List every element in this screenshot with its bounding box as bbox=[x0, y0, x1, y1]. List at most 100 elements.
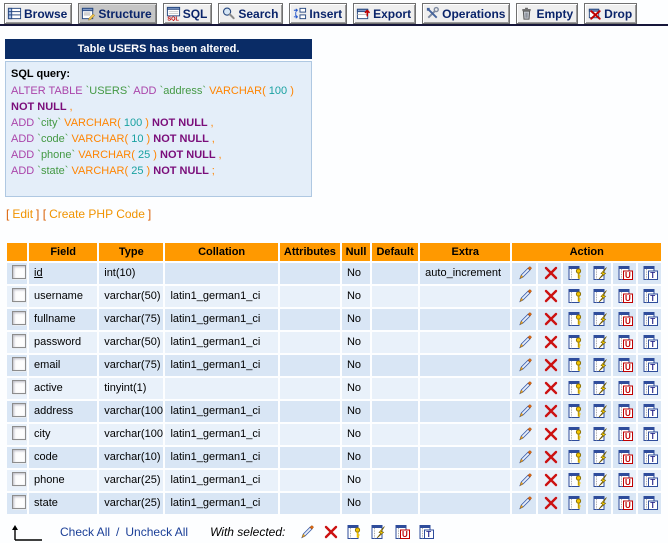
index-icon[interactable] bbox=[593, 357, 609, 373]
index-icon[interactable] bbox=[593, 426, 609, 442]
drop-x-icon[interactable] bbox=[543, 357, 559, 373]
primary-key-icon[interactable] bbox=[568, 265, 584, 281]
primary-key-icon[interactable] bbox=[568, 380, 584, 396]
index-icon[interactable] bbox=[593, 495, 609, 511]
fulltext-icon[interactable]: T bbox=[643, 288, 659, 304]
drop-x-icon[interactable] bbox=[543, 334, 559, 350]
primary-key-icon[interactable] bbox=[568, 495, 584, 511]
drop-x-icon[interactable] bbox=[543, 311, 559, 327]
row-checkbox[interactable] bbox=[12, 495, 26, 509]
drop-x-icon[interactable] bbox=[543, 380, 559, 396]
primary-key-icon[interactable] bbox=[568, 472, 584, 488]
drop-x-icon[interactable] bbox=[543, 265, 559, 281]
change-pencil-icon[interactable] bbox=[517, 265, 533, 281]
row-checkbox[interactable] bbox=[12, 449, 26, 463]
tab-insert[interactable]: Insert bbox=[289, 3, 347, 24]
index-icon[interactable] bbox=[593, 288, 609, 304]
unique-icon[interactable]: U bbox=[618, 449, 634, 465]
row-checkbox[interactable] bbox=[12, 426, 26, 440]
unique-icon[interactable]: U bbox=[618, 288, 634, 304]
fulltext-icon[interactable]: T bbox=[643, 334, 659, 350]
primary-key-icon[interactable] bbox=[568, 426, 584, 442]
primary-key-icon[interactable] bbox=[568, 311, 584, 327]
fulltext-icon[interactable]: T bbox=[419, 524, 435, 540]
drop-x-icon[interactable] bbox=[543, 403, 559, 419]
unique-icon[interactable]: U bbox=[618, 495, 634, 511]
tab-browse[interactable]: Browse bbox=[4, 3, 72, 24]
tab-sql[interactable]: SQL SQL bbox=[163, 3, 213, 24]
unique-icon[interactable]: U bbox=[618, 403, 634, 419]
change-pencil-icon[interactable] bbox=[517, 449, 533, 465]
change-pencil-icon[interactable] bbox=[299, 524, 315, 540]
index-icon[interactable] bbox=[593, 311, 609, 327]
index-icon[interactable] bbox=[593, 449, 609, 465]
fulltext-icon[interactable]: T bbox=[643, 426, 659, 442]
change-pencil-icon[interactable] bbox=[517, 380, 533, 396]
fulltext-icon[interactable]: T bbox=[643, 357, 659, 373]
row-checkbox[interactable] bbox=[12, 311, 26, 325]
tab-export[interactable]: Export bbox=[353, 3, 416, 24]
fulltext-icon[interactable]: T bbox=[643, 311, 659, 327]
primary-key-icon[interactable] bbox=[347, 524, 363, 540]
tab-drop[interactable]: Drop bbox=[584, 3, 637, 24]
fulltext-icon[interactable]: T bbox=[643, 495, 659, 511]
fulltext-icon[interactable]: T bbox=[643, 265, 659, 281]
primary-key-icon[interactable] bbox=[568, 357, 584, 373]
row-checkbox[interactable] bbox=[12, 380, 26, 394]
export-icon bbox=[356, 6, 371, 21]
unique-icon[interactable]: U bbox=[618, 311, 634, 327]
tab-label: Search bbox=[238, 7, 278, 21]
change-pencil-icon[interactable] bbox=[517, 426, 533, 442]
unique-icon[interactable]: U bbox=[618, 265, 634, 281]
row-checkbox[interactable] bbox=[12, 472, 26, 486]
unique-icon[interactable]: U bbox=[618, 357, 634, 373]
index-icon[interactable] bbox=[593, 265, 609, 281]
row-checkbox[interactable] bbox=[12, 334, 26, 348]
primary-key-icon[interactable] bbox=[568, 449, 584, 465]
primary-key-icon[interactable] bbox=[568, 334, 584, 350]
change-pencil-icon[interactable] bbox=[517, 311, 533, 327]
row-checkbox[interactable] bbox=[12, 288, 26, 302]
edit-query-link[interactable]: Edit bbox=[12, 207, 33, 221]
change-pencil-icon[interactable] bbox=[517, 357, 533, 373]
unique-icon[interactable]: U bbox=[618, 426, 634, 442]
tab-operations[interactable]: Operations bbox=[422, 3, 510, 24]
change-pencil-icon[interactable] bbox=[517, 334, 533, 350]
tab-structure[interactable]: Structure bbox=[78, 3, 156, 24]
index-icon[interactable] bbox=[593, 403, 609, 419]
field-name: password bbox=[29, 332, 97, 353]
fulltext-icon[interactable]: T bbox=[643, 380, 659, 396]
fulltext-icon[interactable]: T bbox=[643, 403, 659, 419]
uncheck-all-link[interactable]: Uncheck All bbox=[125, 525, 188, 539]
row-checkbox[interactable] bbox=[12, 265, 26, 279]
drop-x-icon[interactable] bbox=[543, 495, 559, 511]
unique-icon[interactable]: U bbox=[618, 334, 634, 350]
primary-key-icon[interactable] bbox=[568, 288, 584, 304]
check-all-link[interactable]: Check All bbox=[60, 525, 110, 539]
change-pencil-icon[interactable] bbox=[517, 403, 533, 419]
primary-key-icon[interactable] bbox=[568, 403, 584, 419]
index-icon[interactable] bbox=[593, 334, 609, 350]
change-pencil-icon[interactable] bbox=[517, 495, 533, 511]
row-checkbox[interactable] bbox=[12, 357, 26, 371]
tab-empty[interactable]: Empty bbox=[516, 3, 578, 24]
field-attributes bbox=[280, 309, 340, 330]
create-php-code-link[interactable]: Create PHP Code bbox=[49, 207, 145, 221]
unique-icon[interactable]: U bbox=[618, 380, 634, 396]
drop-x-icon[interactable] bbox=[543, 449, 559, 465]
row-checkbox[interactable] bbox=[12, 403, 26, 417]
drop-x-icon[interactable] bbox=[543, 472, 559, 488]
change-pencil-icon[interactable] bbox=[517, 472, 533, 488]
tab-search[interactable]: Search bbox=[218, 3, 283, 24]
fulltext-icon[interactable]: T bbox=[643, 472, 659, 488]
fulltext-icon[interactable]: T bbox=[643, 449, 659, 465]
index-icon[interactable] bbox=[593, 380, 609, 396]
index-icon[interactable] bbox=[593, 472, 609, 488]
unique-icon[interactable]: U bbox=[618, 472, 634, 488]
unique-icon[interactable]: U bbox=[395, 524, 411, 540]
change-pencil-icon[interactable] bbox=[517, 288, 533, 304]
drop-x-icon[interactable] bbox=[543, 426, 559, 442]
drop-x-icon[interactable] bbox=[543, 288, 559, 304]
index-icon[interactable] bbox=[371, 524, 387, 540]
drop-x-icon[interactable] bbox=[323, 524, 339, 540]
